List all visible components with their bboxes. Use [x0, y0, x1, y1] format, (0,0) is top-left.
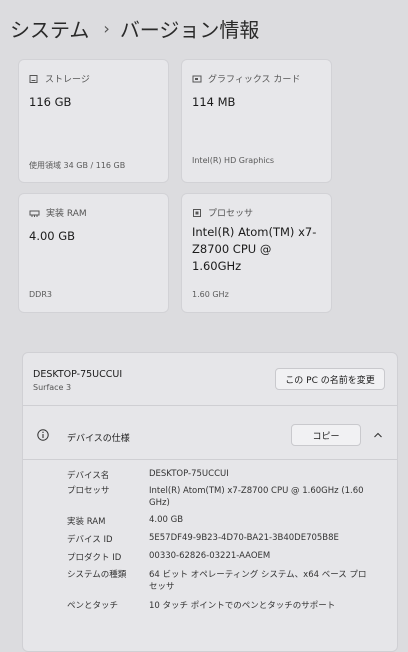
- spec-value: 10 タッチ ポイントでのペンとタッチのサポート: [149, 601, 336, 611]
- spec-key: 実装 RAM: [67, 517, 106, 527]
- spec-row: プロセッサ Intel(R) Atom(TM) x7-Z8700 CPU @ 1…: [67, 485, 379, 515]
- storage-value: 116 GB: [29, 95, 72, 109]
- spec-value: 5E57DF49-9B23-4D70-BA21-3B40DE705B8E: [149, 533, 339, 543]
- graphics-card: グラフィックス カード 114 MB Intel(R) HD Graphics: [181, 59, 332, 183]
- chevron-right-icon: ›: [103, 19, 110, 38]
- device-name: DESKTOP-75UCCUI: [33, 369, 123, 380]
- rename-pc-button[interactable]: この PC の名前を変更: [275, 368, 385, 390]
- breadcrumb-parent[interactable]: システム: [10, 14, 89, 43]
- ram-title: 実装 RAM: [46, 209, 87, 219]
- processor-speed: 1.60 GHz: [192, 290, 229, 299]
- spec-row: デバイス名 DESKTOP-75UCCUI: [67, 469, 379, 485]
- processor-value: Intel(R) Atom(TM) x7-Z8700 CPU @ 1.60GHz: [192, 225, 317, 273]
- spec-key: デバイス名: [67, 471, 110, 481]
- spec-value: DESKTOP-75UCCUI: [149, 469, 229, 479]
- storage-icon: [29, 74, 38, 83]
- spec-row: 実装 RAM 4.00 GB: [67, 515, 379, 533]
- processor-icon: [193, 208, 201, 217]
- spec-value: 64 ビット オペレーティング システム、x64 ベース プロセッサ: [149, 570, 367, 592]
- spec-row: デバイス ID 5E57DF49-9B23-4D70-BA21-3B40DE70…: [67, 533, 379, 551]
- info-icon: [37, 429, 49, 441]
- page-title: バージョン情報: [119, 18, 260, 42]
- spec-key: ペンとタッチ: [67, 601, 119, 611]
- ram-value: 4.00 GB: [29, 229, 76, 243]
- processor-card: プロセッサ Intel(R) Atom(TM) x7-Z8700 CPU @ 1…: [181, 193, 332, 313]
- spec-row: システムの種類 64 ビット オペレーティング システム、x64 ベース プロセ…: [67, 569, 379, 599]
- spec-value: 00330-62826-03221-AAOEM: [149, 551, 271, 561]
- device-specs-table: デバイス名 DESKTOP-75UCCUI プロセッサ Intel(R) Ato…: [67, 469, 379, 615]
- ram-type: DDR3: [29, 290, 52, 299]
- chevron-up-icon[interactable]: [373, 431, 383, 439]
- storage-card: ストレージ 116 GB 使用領域 34 GB / 116 GB: [18, 59, 169, 183]
- device-specs-header[interactable]: デバイスの仕様 コピー: [23, 413, 397, 453]
- processor-title: プロセッサ: [208, 209, 254, 219]
- device-specs-title: デバイスの仕様: [67, 434, 130, 444]
- spec-value: 4.00 GB: [149, 515, 184, 525]
- graphics-name: Intel(R) HD Graphics: [192, 156, 275, 165]
- ram-card: 実装 RAM 4.00 GB DDR3: [18, 193, 169, 313]
- spec-key: プロダクト ID: [67, 553, 122, 563]
- storage-usage: 使用領域 34 GB / 116 GB: [29, 161, 126, 170]
- graphics-value: 114 MB: [192, 95, 236, 109]
- spec-row: ペンとタッチ 10 タッチ ポイントでのペンとタッチのサポート: [67, 599, 379, 615]
- device-panel: DESKTOP-75UCCUI Surface 3 この PC の名前を変更 デ…: [22, 352, 398, 652]
- spec-value: Intel(R) Atom(TM) x7-Z8700 CPU @ 1.60GHz…: [149, 486, 364, 508]
- graphics-card-icon: [192, 75, 202, 82]
- spec-row: プロダクト ID 00330-62826-03221-AAOEM: [67, 551, 379, 569]
- copy-button[interactable]: コピー: [291, 424, 361, 446]
- storage-title: ストレージ: [45, 75, 90, 85]
- spec-key: デバイス ID: [67, 535, 113, 545]
- spec-key: システムの種類: [67, 570, 127, 580]
- spec-key: プロセッサ: [67, 486, 110, 496]
- memory-icon: [29, 210, 40, 217]
- divider: [23, 459, 397, 460]
- device-model: Surface 3: [33, 383, 72, 392]
- graphics-title: グラフィックス カード: [208, 75, 301, 85]
- breadcrumb: システム › バージョン情報: [10, 14, 398, 43]
- divider: [23, 405, 397, 406]
